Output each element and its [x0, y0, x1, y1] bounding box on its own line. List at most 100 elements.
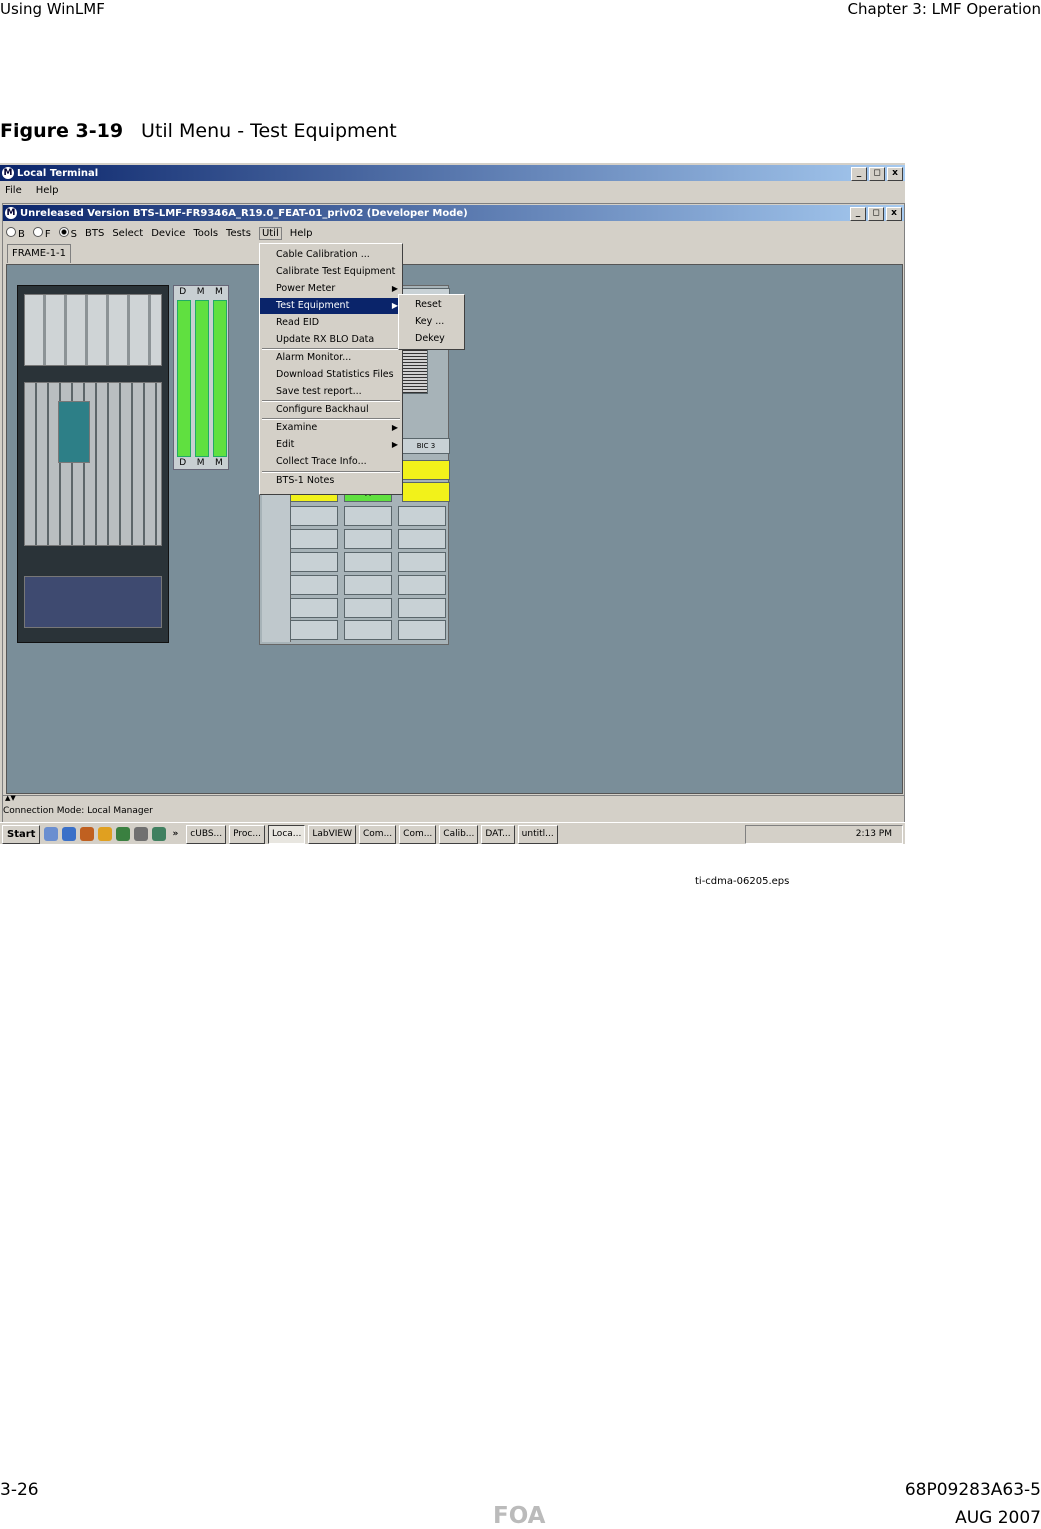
system-tray-clock[interactable]: 2:13 PM	[744, 824, 903, 844]
document-number: 68P09283A63-5	[904, 1480, 1041, 1500]
menu-tests[interactable]: Tests	[226, 228, 251, 239]
dmm-card[interactable]: DMM DMM	[173, 285, 229, 470]
taskbar-button[interactable]: Com...	[359, 824, 397, 844]
quicklaunch-icon[interactable]	[152, 827, 167, 841]
grid-cell[interactable]	[344, 598, 392, 618]
running-header-right: Chapter 3: LMF Operation	[847, 0, 1041, 18]
grid-cell-yellow[interactable]	[402, 460, 450, 480]
menu-item-calibrate-test-equipment[interactable]: Calibrate Test Equipment	[260, 264, 402, 280]
radio-b[interactable]: B	[6, 226, 25, 240]
quicklaunch-more-icon[interactable]: »	[172, 829, 178, 839]
taskbar-button[interactable]: Calib...	[439, 824, 479, 844]
restore-button[interactable]: ◻	[869, 167, 885, 181]
menu-help[interactable]: Help	[36, 185, 59, 196]
menu-bts[interactable]: BTS	[85, 228, 104, 239]
image-filename: ti-cdma-06205.eps	[695, 876, 790, 887]
shelf-bottom	[24, 576, 162, 628]
minimize-button[interactable]: _	[851, 167, 867, 181]
inner-window: M Unreleased Version BTS-LMF-FR9346A_R19…	[2, 203, 905, 844]
close-button[interactable]: x	[886, 207, 902, 221]
taskbar-button-active[interactable]: Loca...	[267, 824, 306, 844]
grid-cell[interactable]	[398, 506, 446, 526]
menu-item-update-rx-blo-data[interactable]: Update RX BLO Data	[260, 332, 402, 348]
grid-cell[interactable]	[344, 575, 392, 595]
menu-item-key[interactable]: Key ...	[399, 314, 464, 330]
grid-cell[interactable]	[290, 506, 338, 526]
taskbar-button[interactable]: cUBS...	[186, 824, 227, 844]
quicklaunch-icon[interactable]	[116, 827, 131, 841]
quicklaunch-icon[interactable]	[134, 827, 149, 841]
grid-cell[interactable]	[344, 620, 392, 640]
outer-menubar: File Help	[0, 182, 59, 198]
menu-item-dekey[interactable]: Dekey	[399, 331, 464, 347]
grid-cell[interactable]	[398, 529, 446, 549]
menu-item-read-eid[interactable]: Read EID	[260, 315, 402, 331]
splitter[interactable]: ▲▼	[3, 794, 904, 802]
card-slot-m2[interactable]	[213, 300, 227, 457]
menu-item-configure-backhaul[interactable]: Configure Backhaul	[260, 402, 402, 418]
start-button[interactable]: Start	[2, 824, 41, 844]
menu-item-save-test-report[interactable]: Save test report...	[260, 384, 402, 400]
figure-title: Util Menu - Test Equipment	[141, 120, 397, 142]
menu-help[interactable]: Help	[290, 228, 313, 239]
splitter-arrows-icon[interactable]: ▲▼	[5, 794, 16, 802]
menu-item-download-statistics-files[interactable]: Download Statistics Files	[260, 367, 402, 383]
grid-cell[interactable]	[290, 552, 338, 572]
inner-window-title: Unreleased Version BTS-LMF-FR9346A_R19.0…	[20, 207, 468, 219]
grid-cell[interactable]	[344, 506, 392, 526]
grid-cell[interactable]	[344, 552, 392, 572]
shelf-top	[24, 294, 162, 366]
grid-header-cell[interactable]: BIC 3	[402, 438, 450, 454]
outer-window-title: Local Terminal	[17, 167, 99, 179]
menu-item-edit[interactable]: Edit ▶	[260, 437, 402, 453]
card-slot-m1[interactable]	[195, 300, 209, 457]
menu-util[interactable]: Util	[258, 226, 282, 240]
menu-file[interactable]: File	[5, 185, 22, 196]
card-labels-top: DMM	[179, 287, 223, 297]
menu-tools[interactable]: Tools	[193, 228, 218, 239]
grid-cell[interactable]	[344, 529, 392, 549]
tab-frame[interactable]: FRAME-1-1	[7, 244, 72, 263]
quicklaunch-icon[interactable]	[44, 827, 59, 841]
taskbar-button[interactable]: LabVIEW	[308, 824, 357, 844]
grid-cell[interactable]	[398, 620, 446, 640]
grid-cell[interactable]	[290, 598, 338, 618]
inner-titlebar: M Unreleased Version BTS-LMF-FR9346A_R19…	[3, 205, 904, 221]
quicklaunch-icon[interactable]	[98, 827, 113, 841]
menu-item-examine[interactable]: Examine ▶	[260, 420, 402, 436]
menu-item-reset[interactable]: Reset	[399, 297, 464, 313]
card-slot-d[interactable]	[177, 300, 191, 457]
radio-f[interactable]: F	[32, 226, 51, 240]
taskbar-button[interactable]: Proc...	[229, 824, 265, 844]
close-button[interactable]: x	[887, 167, 903, 181]
menu-item-cable-calibration[interactable]: Cable Calibration ...	[260, 247, 402, 263]
grid-cell[interactable]	[290, 575, 338, 595]
menu-item-bts-notes[interactable]: BTS-1 Notes	[260, 473, 402, 489]
grid-cell[interactable]	[290, 620, 338, 640]
minimize-button[interactable]: _	[850, 207, 866, 221]
menu-select[interactable]: Select	[112, 228, 143, 239]
grid-cell[interactable]	[398, 598, 446, 618]
bts-frame-image[interactable]	[17, 285, 169, 643]
grid-cell[interactable]	[398, 552, 446, 572]
ie-icon[interactable]	[62, 827, 77, 841]
menu-item-test-equipment[interactable]: Test Equipment ▶	[260, 298, 402, 314]
grid-cell[interactable]	[290, 529, 338, 549]
grid-cell-yellow[interactable]	[402, 482, 450, 502]
taskbar-button[interactable]: Com...	[399, 824, 437, 844]
grid-cell[interactable]	[398, 575, 446, 595]
inner-window-controls: _ ◻ x	[850, 207, 902, 221]
menu-device[interactable]: Device	[151, 228, 185, 239]
restore-button[interactable]: ◻	[868, 207, 884, 221]
windows-taskbar: Start » cUBS... Proc... Loca... LabVIEW …	[0, 822, 905, 844]
menu-item-power-meter[interactable]: Power Meter ▶	[260, 281, 402, 297]
radio-s[interactable]: S	[58, 226, 77, 240]
shelf-highlight	[58, 401, 90, 463]
menu-item-collect-trace-info[interactable]: Collect Trace Info...	[260, 454, 402, 470]
outer-window-controls: _ ◻ x	[851, 167, 903, 181]
taskbar-button[interactable]: DAT...	[481, 824, 515, 844]
menu-item-alarm-monitor[interactable]: Alarm Monitor...	[260, 350, 402, 366]
quicklaunch-icon[interactable]	[80, 827, 95, 841]
running-header-left: Using WinLMF	[0, 0, 105, 18]
taskbar-button[interactable]: untitl...	[517, 824, 558, 844]
